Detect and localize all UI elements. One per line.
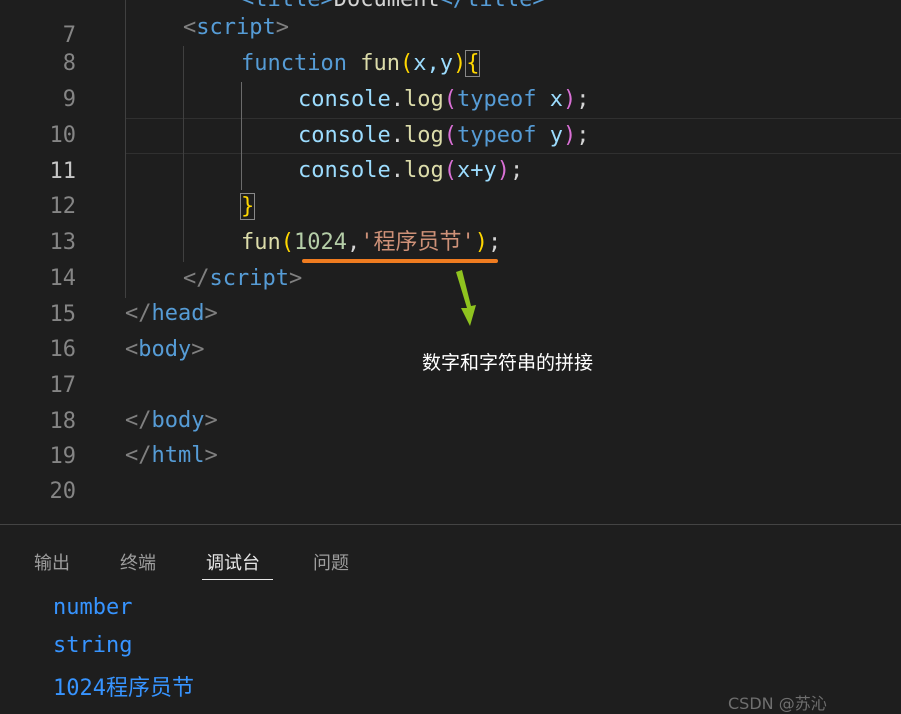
- annotation-underline: [302, 259, 498, 263]
- code-content: </head>: [125, 301, 218, 326]
- code-content: }: [239, 193, 256, 220]
- code-content: </body>: [125, 408, 218, 433]
- code-line-12[interactable]: 12 console.log(x+y);: [0, 153, 901, 219]
- annotation-arrow-icon: [456, 270, 476, 326]
- code-content: </html>: [125, 443, 218, 468]
- code-line-14[interactable]: 14 fun(1024,'程序员节');: [0, 225, 901, 291]
- code-line-9[interactable]: 9 function fun(x,y){: [0, 46, 901, 112]
- line-number: 20: [49, 479, 77, 504]
- tab-problems[interactable]: 问题: [313, 549, 349, 575]
- code-content: console.log(typeof x);: [298, 87, 590, 112]
- console-output-line: string: [53, 633, 133, 658]
- code-line-13[interactable]: 13 }: [0, 189, 901, 255]
- code-content: fun(1024,'程序员节');: [241, 230, 502, 255]
- code-content: <script>: [183, 15, 289, 40]
- tab-output[interactable]: 输出: [34, 549, 70, 575]
- code-line-11[interactable]: 11 console.log(typeof y);: [0, 118, 901, 184]
- code-content: <body>: [125, 337, 205, 362]
- tab-terminal[interactable]: 终端: [120, 549, 156, 575]
- code-content: function fun(x,y){: [241, 50, 481, 77]
- code-line-19[interactable]: 19 </body>: [0, 403, 901, 469]
- active-tab-indicator: [202, 579, 273, 580]
- code-content: console.log(x+y);: [298, 158, 524, 183]
- code-line-10[interactable]: 10 console.log(typeof x);: [0, 82, 901, 148]
- bottom-panel: 输出 终端 调试台 问题 number string 1024程序员节: [0, 524, 901, 702]
- code-line-20[interactable]: 20 </html>: [0, 438, 901, 504]
- watermark: CSDN @苏沁: [728, 694, 827, 713]
- console-output-line: 1024程序员节: [53, 676, 194, 701]
- annotation-label: 数字和字符串的拼接: [422, 352, 594, 374]
- code-line-8[interactable]: 8 <script>: [0, 10, 901, 76]
- console-output-line: number: [53, 595, 133, 620]
- code-content: console.log(typeof y);: [298, 123, 590, 148]
- tab-debug-console[interactable]: 调试台: [206, 549, 260, 575]
- code-content: </script>: [183, 266, 303, 291]
- code-editor[interactable]: 7 <title>Document</title> 8 <script> 9 f…: [0, 0, 901, 524]
